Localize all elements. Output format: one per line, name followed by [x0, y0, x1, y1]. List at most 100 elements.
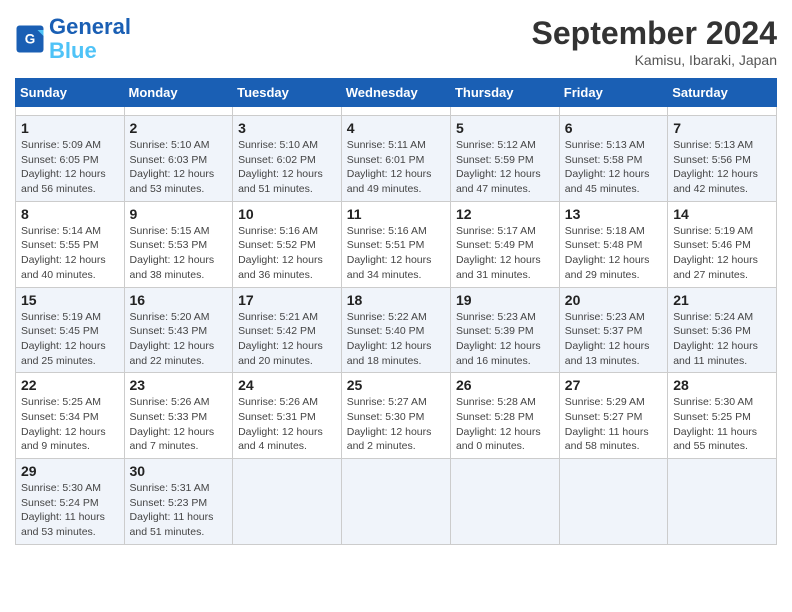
day-number: 2: [130, 120, 228, 136]
day-info: Sunrise: 5:23 AM Sunset: 5:37 PM Dayligh…: [565, 310, 662, 369]
calendar-cell: 17 Sunrise: 5:21 AM Sunset: 5:42 PM Dayli…: [233, 287, 342, 373]
calendar-week-row: [16, 107, 777, 116]
calendar-cell: 28Sunrise: 5:30 AM Sunset: 5:25 PM Dayli…: [668, 373, 777, 459]
day-header-saturday: Saturday: [668, 79, 777, 107]
day-info: Sunrise: 5:18 AM Sunset: 5:48 PM Dayligh…: [565, 224, 662, 283]
calendar-cell: [559, 459, 667, 545]
day-info: Sunrise: 5:16 AM Sunset: 5:51 PM Dayligh…: [347, 224, 445, 283]
day-number: 27: [565, 377, 662, 393]
day-info: Sunrise: 5:25 AM Sunset: 5:34 PM Dayligh…: [21, 395, 119, 454]
day-number: 11: [347, 206, 445, 222]
calendar-header-row: SundayMondayTuesdayWednesdayThursdayFrid…: [16, 79, 777, 107]
logo: G General Blue: [15, 15, 131, 63]
day-number: 1: [21, 120, 119, 136]
day-number: 9: [130, 206, 228, 222]
calendar-cell: 10Sunrise: 5:16 AM Sunset: 5:52 PM Dayli…: [233, 201, 342, 287]
page-header: G General Blue September 2024 Kamisu, Ib…: [15, 15, 777, 68]
day-info: Sunrise: 5:29 AM Sunset: 5:27 PM Dayligh…: [565, 395, 662, 454]
calendar-cell: 13Sunrise: 5:18 AM Sunset: 5:48 PM Dayli…: [559, 201, 667, 287]
day-info: Sunrise: 5:16 AM Sunset: 5:52 PM Dayligh…: [238, 224, 336, 283]
calendar-cell: [233, 459, 342, 545]
day-info: Sunrise: 5:31 AM Sunset: 5:23 PM Dayligh…: [130, 481, 228, 540]
day-header-friday: Friday: [559, 79, 667, 107]
day-info: Sunrise: 5:21 AM Sunset: 5:42 PM Dayligh…: [238, 310, 336, 369]
title-area: September 2024 Kamisu, Ibaraki, Japan: [532, 15, 777, 68]
day-number: 15: [21, 292, 119, 308]
calendar-cell: [450, 459, 559, 545]
logo-icon: G: [15, 24, 45, 54]
day-number: 3: [238, 120, 336, 136]
day-number: 4: [347, 120, 445, 136]
calendar-cell: 14 Sunrise: 5:19 AM Sunset: 5:46 PM Dayli…: [668, 201, 777, 287]
calendar-cell: 15 Sunrise: 5:19 AM Sunset: 5:45 PM Dayli…: [16, 287, 125, 373]
day-info: Sunrise: 5:30 AM Sunset: 5:24 PM Dayligh…: [21, 481, 119, 540]
calendar-cell: [668, 107, 777, 116]
calendar-cell: 27 Sunrise: 5:29 AM Sunset: 5:27 PM Dayli…: [559, 373, 667, 459]
day-info: Sunrise: 5:17 AM Sunset: 5:49 PM Dayligh…: [456, 224, 554, 283]
month-title: September 2024: [532, 15, 777, 52]
day-info: Sunrise: 5:15 AM Sunset: 5:53 PM Dayligh…: [130, 224, 228, 283]
calendar-cell: 19 Sunrise: 5:23 AM Sunset: 5:39 PM Dayli…: [450, 287, 559, 373]
calendar-cell: 26Sunrise: 5:28 AM Sunset: 5:28 PM Dayli…: [450, 373, 559, 459]
day-number: 19: [456, 292, 554, 308]
day-info: Sunrise: 5:24 AM Sunset: 5:36 PM Dayligh…: [673, 310, 771, 369]
calendar-cell: 20 Sunrise: 5:23 AM Sunset: 5:37 PM Dayli…: [559, 287, 667, 373]
day-info: Sunrise: 5:10 AM Sunset: 6:02 PM Dayligh…: [238, 138, 336, 197]
location: Kamisu, Ibaraki, Japan: [532, 52, 777, 68]
day-info: Sunrise: 5:23 AM Sunset: 5:39 PM Dayligh…: [456, 310, 554, 369]
calendar-cell: 2 Sunrise: 5:10 AM Sunset: 6:03 PM Daylig…: [124, 116, 233, 202]
calendar-cell: 6Sunrise: 5:13 AM Sunset: 5:58 PM Daylig…: [559, 116, 667, 202]
calendar-cell: 24Sunrise: 5:26 AM Sunset: 5:31 PM Dayli…: [233, 373, 342, 459]
day-header-tuesday: Tuesday: [233, 79, 342, 107]
day-info: Sunrise: 5:26 AM Sunset: 5:33 PM Dayligh…: [130, 395, 228, 454]
calendar-cell: 8 Sunrise: 5:14 AM Sunset: 5:55 PM Daylig…: [16, 201, 125, 287]
calendar-cell: [559, 107, 667, 116]
calendar-week-row: 1 Sunrise: 5:09 AM Sunset: 6:05 PM Daylig…: [16, 116, 777, 202]
calendar-cell: [341, 107, 450, 116]
calendar-cell: [16, 107, 125, 116]
day-info: Sunrise: 5:13 AM Sunset: 5:58 PM Dayligh…: [565, 138, 662, 197]
day-number: 22: [21, 377, 119, 393]
day-info: Sunrise: 5:09 AM Sunset: 6:05 PM Dayligh…: [21, 138, 119, 197]
day-info: Sunrise: 5:27 AM Sunset: 5:30 PM Dayligh…: [347, 395, 445, 454]
calendar-cell: 18 Sunrise: 5:22 AM Sunset: 5:40 PM Dayli…: [341, 287, 450, 373]
day-info: Sunrise: 5:13 AM Sunset: 5:56 PM Dayligh…: [673, 138, 771, 197]
calendar-table: SundayMondayTuesdayWednesdayThursdayFrid…: [15, 78, 777, 545]
day-number: 26: [456, 377, 554, 393]
day-info: Sunrise: 5:14 AM Sunset: 5:55 PM Dayligh…: [21, 224, 119, 283]
day-number: 17: [238, 292, 336, 308]
calendar-cell: 23Sunrise: 5:26 AM Sunset: 5:33 PM Dayli…: [124, 373, 233, 459]
day-number: 5: [456, 120, 554, 136]
day-number: 14: [673, 206, 771, 222]
day-info: Sunrise: 5:19 AM Sunset: 5:45 PM Dayligh…: [21, 310, 119, 369]
day-number: 18: [347, 292, 445, 308]
day-info: Sunrise: 5:11 AM Sunset: 6:01 PM Dayligh…: [347, 138, 445, 197]
day-info: Sunrise: 5:26 AM Sunset: 5:31 PM Dayligh…: [238, 395, 336, 454]
calendar-cell: [341, 459, 450, 545]
day-header-wednesday: Wednesday: [341, 79, 450, 107]
day-info: Sunrise: 5:30 AM Sunset: 5:25 PM Dayligh…: [673, 395, 771, 454]
day-number: 29: [21, 463, 119, 479]
logo-text: General Blue: [49, 15, 131, 63]
day-info: Sunrise: 5:10 AM Sunset: 6:03 PM Dayligh…: [130, 138, 228, 197]
calendar-cell: 29 Sunrise: 5:30 AM Sunset: 5:24 PM Dayli…: [16, 459, 125, 545]
svg-text:G: G: [25, 32, 36, 47]
day-info: Sunrise: 5:20 AM Sunset: 5:43 PM Dayligh…: [130, 310, 228, 369]
day-number: 20: [565, 292, 662, 308]
day-info: Sunrise: 5:12 AM Sunset: 5:59 PM Dayligh…: [456, 138, 554, 197]
calendar-cell: 7Sunrise: 5:13 AM Sunset: 5:56 PM Daylig…: [668, 116, 777, 202]
day-number: 16: [130, 292, 228, 308]
day-number: 21: [673, 292, 771, 308]
calendar-cell: 16 Sunrise: 5:20 AM Sunset: 5:43 PM Dayli…: [124, 287, 233, 373]
calendar-cell: 1 Sunrise: 5:09 AM Sunset: 6:05 PM Daylig…: [16, 116, 125, 202]
calendar-cell: 25Sunrise: 5:27 AM Sunset: 5:30 PM Dayli…: [341, 373, 450, 459]
day-number: 8: [21, 206, 119, 222]
calendar-cell: [668, 459, 777, 545]
calendar-week-row: 22 Sunrise: 5:25 AM Sunset: 5:34 PM Dayli…: [16, 373, 777, 459]
day-info: Sunrise: 5:19 AM Sunset: 5:46 PM Dayligh…: [673, 224, 771, 283]
calendar-cell: [450, 107, 559, 116]
day-info: Sunrise: 5:22 AM Sunset: 5:40 PM Dayligh…: [347, 310, 445, 369]
day-header-sunday: Sunday: [16, 79, 125, 107]
calendar-cell: 5 Sunrise: 5:12 AM Sunset: 5:59 PM Daylig…: [450, 116, 559, 202]
calendar-cell: 9 Sunrise: 5:15 AM Sunset: 5:53 PM Daylig…: [124, 201, 233, 287]
